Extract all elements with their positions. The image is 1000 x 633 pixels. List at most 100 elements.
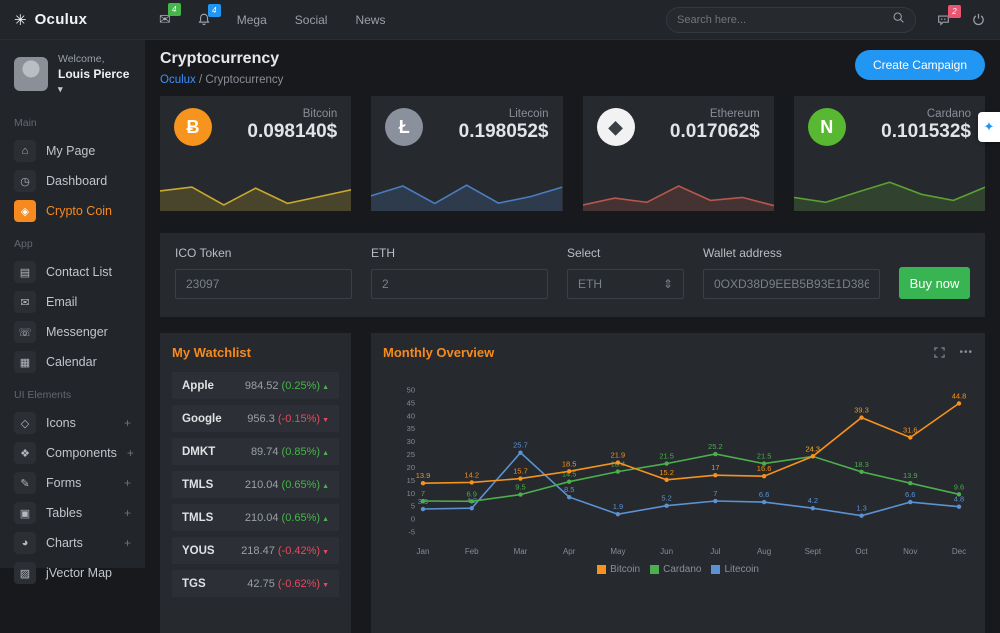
sidebar-item-tables[interactable]: ▣Tables+ [0,498,145,528]
watchlist-row[interactable]: TMLS210.04 (0.65%)▲ [172,504,339,531]
topbar-nav: ✉ 4 4 Mega Social News [145,11,413,28]
bitcoin-sparkline [160,165,351,211]
svg-text:Apr: Apr [563,547,576,556]
crypto-card-head: ɃBitcoin0.098140$ [160,96,351,146]
sidebar-item-icons[interactable]: ◇Icons+ [0,408,145,438]
sidebar-item-dashboard[interactable]: ◷Dashboard [0,166,145,196]
eth-input[interactable] [371,269,548,299]
expand-plus-icon[interactable]: + [127,446,134,460]
contacts-icon: ▤ [14,261,36,283]
email-icon[interactable]: ✉ 4 [159,11,171,28]
svg-text:5: 5 [411,502,415,511]
watchlist-row[interactable]: TGS42.75 (-0.62%)▼ [172,570,339,597]
svg-text:15.2: 15.2 [659,468,674,477]
messenger-icon: ☏ [14,321,36,343]
search-icon[interactable] [892,11,905,29]
watchlist-row[interactable]: TMLS210.04 (0.65%)▲ [172,471,339,498]
svg-text:44.8: 44.8 [952,391,967,400]
brand[interactable]: ✳ Oculux [0,11,145,29]
bell-badge: 4 [208,4,221,17]
wallet-address-input[interactable] [703,269,880,299]
form-field-wallet-address: Wallet address [703,246,880,299]
watchlist-symbol: TMLS [182,479,213,491]
expand-plus-icon[interactable]: + [124,506,131,520]
svg-text:24.3: 24.3 [806,444,821,453]
svg-text:Mar: Mar [514,547,528,556]
watchlist-row[interactable]: Google956.3 (-0.15%)▼ [172,405,339,432]
sidebar-item-forms[interactable]: ✎Forms+ [0,468,145,498]
svg-text:50: 50 [407,386,415,395]
svg-text:20: 20 [407,463,415,472]
ethereum-icon: ◆ [597,108,635,146]
search-input[interactable] [677,14,892,26]
watchlist-row[interactable]: Apple984.52 (0.25%)▲ [172,372,339,399]
sidebar-item-email[interactable]: ✉Email [0,287,145,317]
crypto-card-ethereum[interactable]: ◆ Ethereum0.017062$ [583,96,774,211]
topbar-link-mega[interactable]: Mega [237,13,267,27]
topbar-link-news[interactable]: News [355,13,385,27]
svg-text:21.5: 21.5 [659,452,674,461]
welcome-label: Welcome, [58,53,131,65]
watchlist-row[interactable]: DMKT89.74 (0.85%)▲ [172,438,339,465]
sidebar-item-calendar[interactable]: ▦Calendar [0,347,145,377]
fullscreen-icon[interactable] [934,347,945,358]
svg-text:35: 35 [407,424,415,433]
watchlist-symbol: YOUS [182,545,215,557]
sidebar-item-my-page[interactable]: ⌂My Page [0,136,145,166]
select-field[interactable]: ETH⇕ [567,269,684,299]
sidebar-item-label: Dashboard [46,174,107,188]
sidebar-item-charts[interactable]: ◕Charts+ [0,528,145,558]
user-avatar[interactable] [14,57,48,91]
user-block[interactable]: Welcome, Louis Pierce ▾ [0,40,145,105]
watchlist-change: (-0.62%) [278,578,320,590]
chart-title: Monthly Overview [383,345,494,360]
svg-text:15: 15 [407,476,415,485]
expand-plus-icon[interactable]: + [124,476,131,490]
tag-icon: ◇ [14,412,36,434]
watchlist-value: 218.47 (-0.42%)▼ [241,545,329,557]
monthly-overview-panel: Monthly Overview ••• 5045403530252015105… [371,333,985,633]
search-box[interactable] [666,7,916,33]
create-campaign-button[interactable]: Create Campaign [855,50,985,80]
litecoin-icon: Ł [385,108,423,146]
watchlist-row[interactable]: YOUS 218.47 (-0.42%)▼ [172,537,339,564]
field-label: ETH [371,246,548,260]
buy-now-button[interactable]: Buy now [899,267,970,299]
theme-customizer-button[interactable]: ✦ [978,112,1000,142]
sidebar-item-crypto-coin[interactable]: ◈Crypto Coin [0,196,145,226]
svg-text:4.2: 4.2 [808,496,818,505]
topbar-link-social[interactable]: Social [295,13,328,27]
page-title: Cryptocurrency [160,50,283,68]
watchlist-change: (-0.15%) [278,413,320,425]
ellipsis-menu-icon[interactable]: ••• [959,347,973,358]
svg-text:30: 30 [407,437,415,446]
crypto-card-info: Ethereum0.017062$ [670,108,760,146]
home-icon: ⌂ [14,140,36,162]
sidebar-item-messenger[interactable]: ☏ Messenger [0,317,145,347]
topbar: ✳ Oculux ✉ 4 4 Mega Social News 2 [0,0,1000,40]
expand-plus-icon[interactable]: + [124,416,131,430]
power-icon[interactable] [971,12,986,27]
breadcrumb-home-link[interactable]: Oculux [160,74,196,86]
sidebar-item-label: Components [46,446,117,460]
crypto-card-head: ŁLitecoin0.198052$ [371,96,562,146]
legend-label: Bitcoin [610,564,640,575]
svg-text:Oct: Oct [855,547,868,556]
nav-section-label: Main [0,105,145,136]
crypto-card-cardano[interactable]: NCardano0.101532$ [794,96,985,211]
svg-text:10: 10 [407,489,415,498]
bell-icon[interactable]: 4 [197,12,211,27]
chat-icon[interactable]: 2 [936,13,951,27]
svg-text:21.5: 21.5 [757,452,772,461]
user-name[interactable]: Louis Pierce ▾ [58,67,131,95]
crypto-card-litecoin[interactable]: ŁLitecoin0.198052$ [371,96,562,211]
watchlist-value: 984.52 (0.25%)▲ [245,380,329,392]
up-arrow-icon: ▲ [322,483,329,490]
watchlist-rows: Apple984.52 (0.25%)▲ Google956.3 (-0.15%)… [172,372,339,597]
expand-plus-icon[interactable]: + [124,536,131,550]
sidebar-item-contact-list[interactable]: ▤Contact List [0,257,145,287]
sidebar-item-components[interactable]: ❖Components+ [0,438,145,468]
sidebar-item-label: Messenger [46,325,108,339]
crypto-card-bitcoin[interactable]: ɃBitcoin0.098140$ [160,96,351,211]
ico-token-input[interactable] [175,269,352,299]
